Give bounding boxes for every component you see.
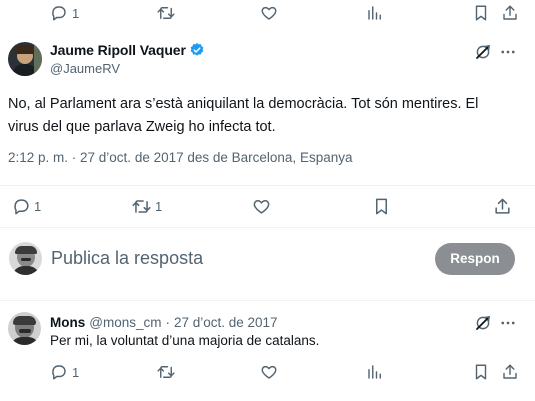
- reply-avatar[interactable]: [8, 312, 41, 345]
- reply-composer: Publica la resposta Respon: [0, 228, 535, 300]
- reply-text: Per mi, la voluntat d’una majoria de cat…: [50, 333, 320, 348]
- author-row: Jaume Ripoll Vaquer: [50, 42, 205, 58]
- reply-like-button[interactable]: [260, 363, 278, 381]
- avatar[interactable]: [8, 42, 42, 76]
- reply-separator: ·: [165, 315, 170, 330]
- prev-reply-button[interactable]: 1: [50, 4, 79, 22]
- reply-views-button[interactable]: [366, 363, 384, 381]
- reply-submit-button[interactable]: Respon: [435, 243, 515, 275]
- like-icon: [261, 6, 277, 20]
- grok-button[interactable]: [474, 43, 492, 61]
- grok-icon: [476, 45, 490, 59]
- more-icon: [501, 321, 515, 325]
- prev-tweet-actions: 1: [0, 0, 535, 28]
- tweet-text-line: No, al Parlament ara s’està aniquilant l…: [8, 96, 479, 112]
- author-handle[interactable]: @JaumeRV: [50, 61, 120, 76]
- composer-avatar: [9, 242, 42, 275]
- grok-icon: [476, 316, 490, 330]
- reply-reply-count: 1: [72, 364, 80, 380]
- retweet-icon: [132, 200, 151, 213]
- share-icon: [503, 364, 517, 379]
- views-icon: [368, 365, 381, 379]
- prev-retweet-button[interactable]: [156, 4, 176, 22]
- reply-more-button[interactable]: [499, 314, 517, 332]
- reply-handle[interactable]: @mons_cm: [89, 315, 161, 330]
- reply-grok-button[interactable]: [474, 314, 492, 332]
- share-button[interactable]: [493, 197, 512, 216]
- tweet-text-line: virus del que parlava Zweig ho infecta t…: [8, 119, 276, 135]
- prev-like-button[interactable]: [260, 4, 278, 22]
- tweet-meta[interactable]: 2:12 p. m. · 27 d’oct. de 2017 des de Ba…: [8, 150, 352, 165]
- tweet-text: No, al Parlament ara s’està aniquilant l…: [8, 93, 533, 139]
- reply-bookmark-button[interactable]: [472, 363, 490, 381]
- retweet-button[interactable]: 1: [131, 197, 162, 216]
- prev-share-button[interactable]: [501, 4, 519, 22]
- reply-date[interactable]: 27 d’oct. de 2017: [174, 315, 278, 330]
- reply-tweet: Mons @mons_cm · 27 d’oct. de 2017 Per mi…: [0, 301, 535, 401]
- reply-icon: [14, 199, 29, 215]
- views-icon: [368, 6, 381, 20]
- reply-input[interactable]: Publica la resposta: [51, 248, 203, 269]
- author-name[interactable]: Jaume Ripoll Vaquer: [50, 42, 186, 58]
- prev-reply-count: 1: [72, 5, 80, 21]
- reply-count: 1: [34, 199, 42, 214]
- like-icon: [261, 365, 277, 379]
- bookmark-button[interactable]: [372, 197, 391, 216]
- like-icon: [253, 200, 270, 214]
- share-icon: [495, 198, 510, 214]
- verified-icon: [190, 43, 204, 56]
- share-icon: [503, 5, 517, 20]
- reply-icon: [52, 365, 66, 380]
- reply-header: Mons @mons_cm · 27 d’oct. de 2017: [50, 315, 278, 330]
- reply-share-button[interactable]: [501, 363, 519, 381]
- retweet-icon: [157, 7, 175, 19]
- reply-retweet-button[interactable]: [156, 363, 176, 381]
- retweet-icon: [157, 366, 175, 378]
- retweet-count: 1: [155, 199, 163, 214]
- like-button[interactable]: [252, 197, 271, 216]
- bookmark-icon: [475, 5, 487, 21]
- reply-icon: [52, 6, 66, 21]
- bookmark-icon: [375, 198, 388, 215]
- more-button[interactable]: [499, 43, 517, 61]
- reply-button[interactable]: 1: [12, 197, 41, 216]
- main-tweet-actions: 1 1: [0, 186, 535, 226]
- bookmark-icon: [475, 364, 487, 380]
- prev-bookmark-button[interactable]: [472, 4, 490, 22]
- reply-author-name[interactable]: Mons: [50, 315, 85, 330]
- reply-reply-button[interactable]: 1: [50, 363, 79, 381]
- more-icon: [501, 50, 515, 54]
- prev-views-button[interactable]: [366, 4, 384, 22]
